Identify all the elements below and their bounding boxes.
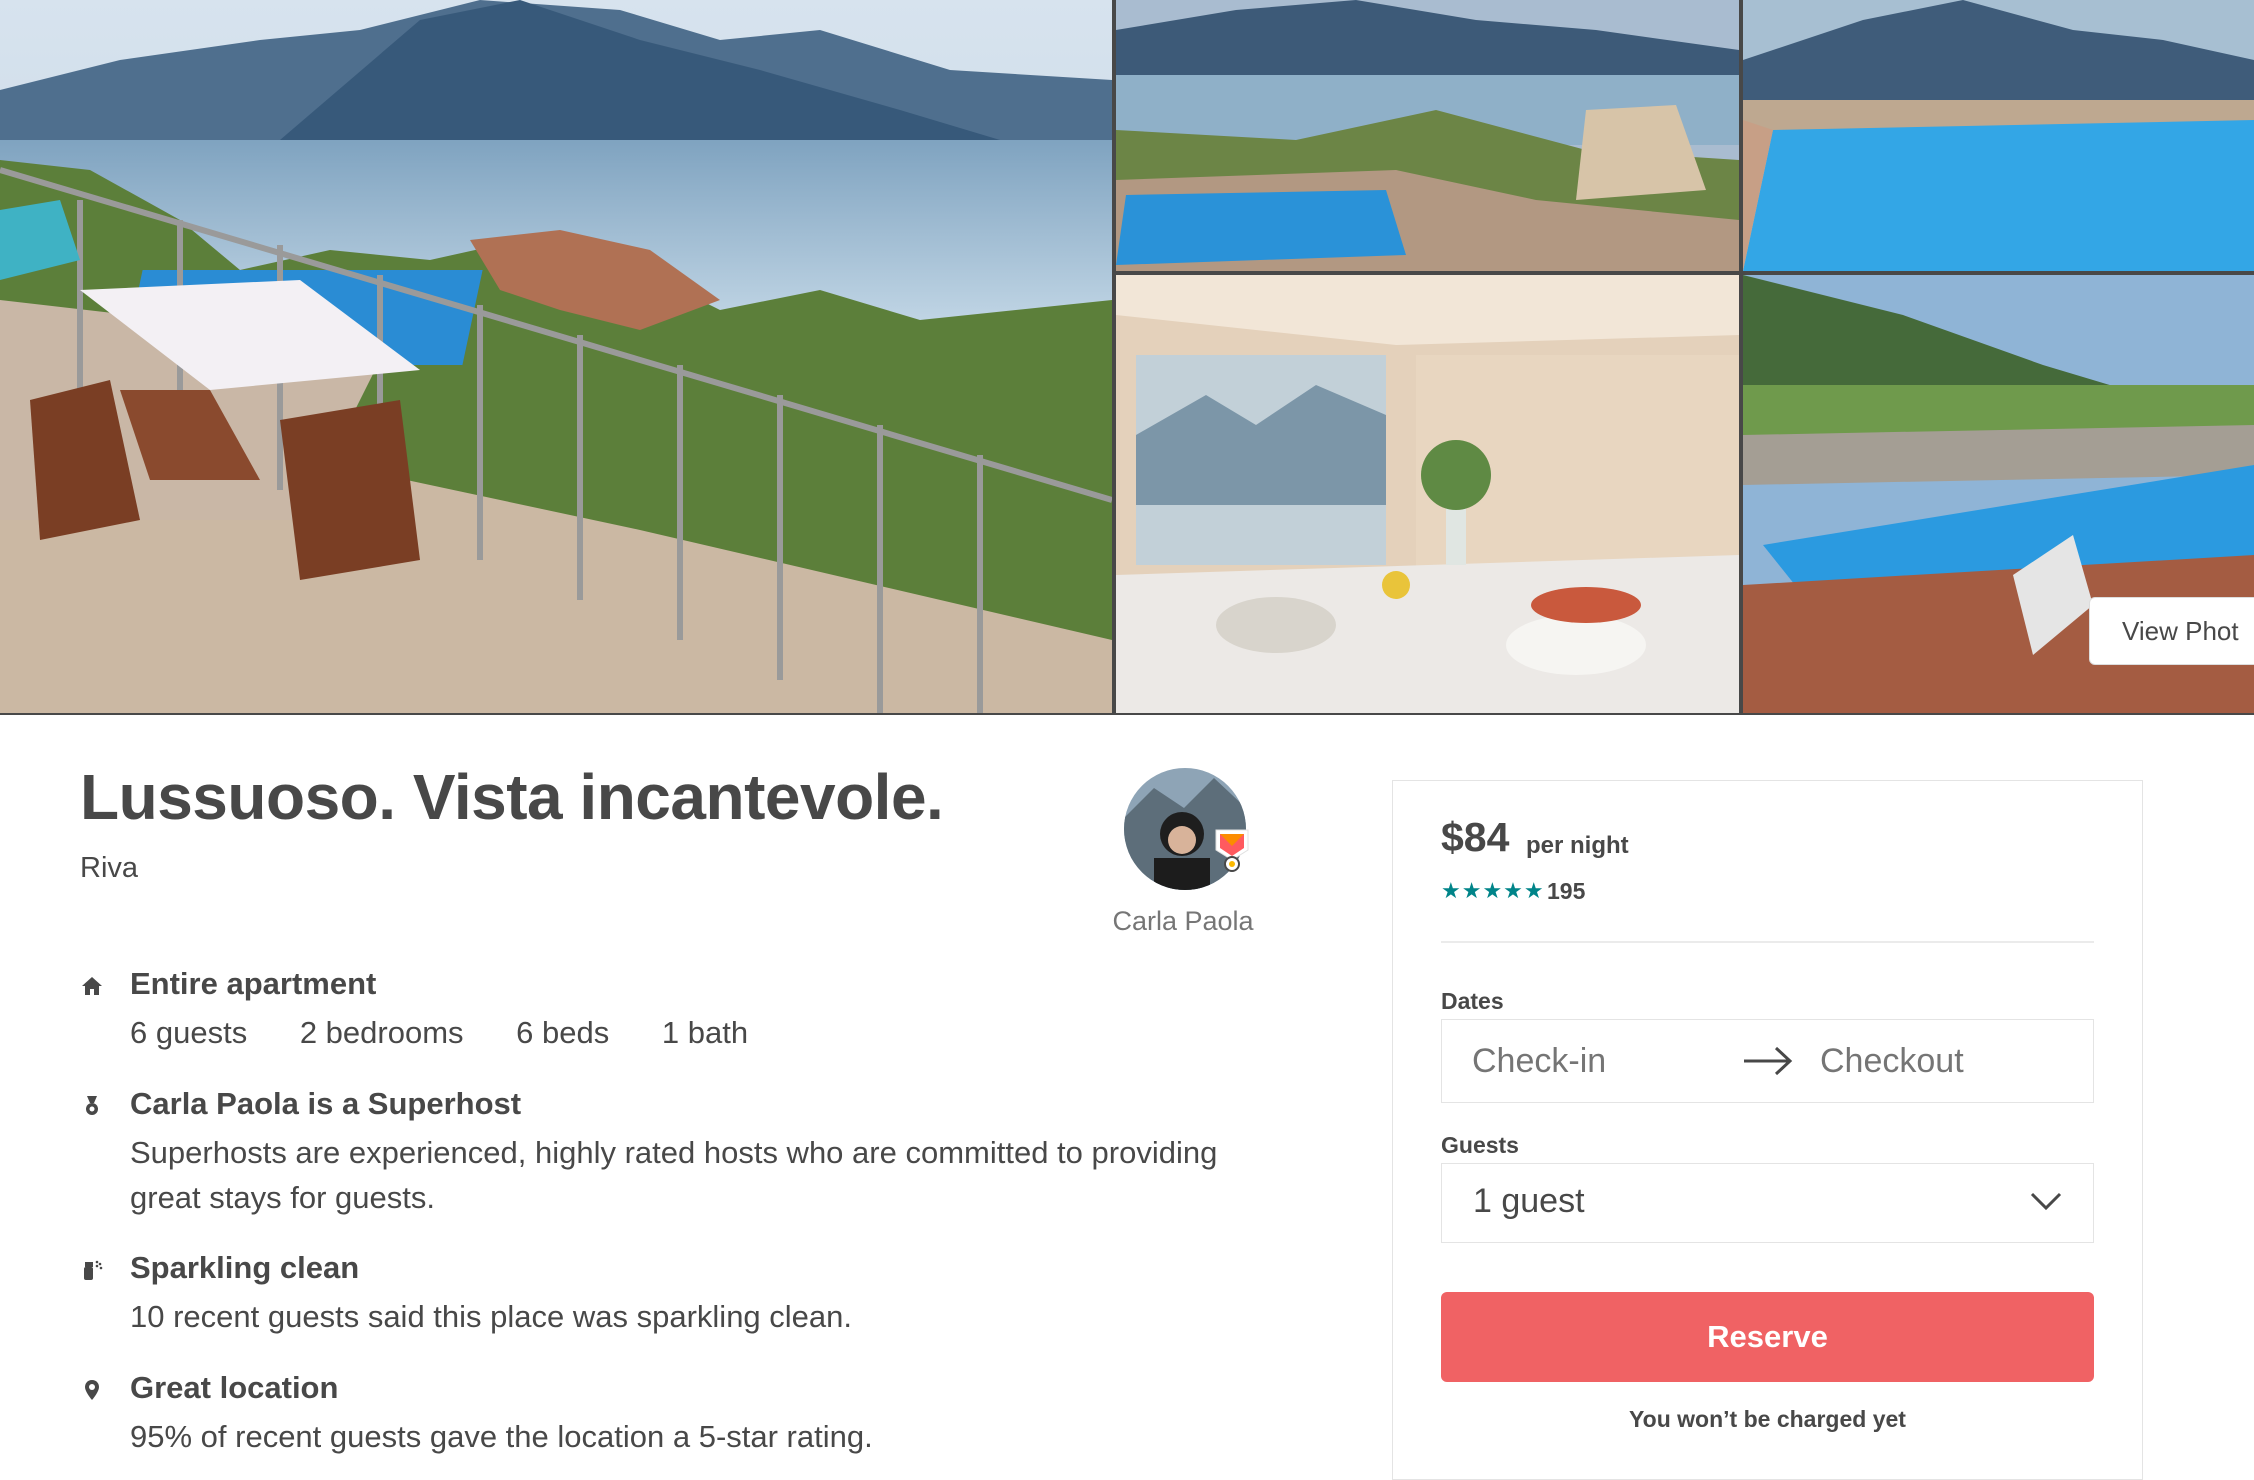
- checkin-input[interactable]: Check-in: [1472, 1042, 1606, 1081]
- dates-label: Dates: [1441, 988, 1504, 1014]
- home-icon: [82, 977, 102, 995]
- feature-title: Carla Paola is a Superhost: [130, 1086, 522, 1121]
- star-rating-icon[interactable]: ★★★★★: [1441, 878, 1545, 904]
- view-photos-button[interactable]: View Phot: [2089, 597, 2254, 665]
- feature-description: Superhosts are experienced, highly rated…: [130, 1135, 1218, 1215]
- chevron-down-icon: [2030, 1192, 2062, 1211]
- medal-icon: [86, 1096, 98, 1115]
- bath-count: 1 bath: [661, 1015, 749, 1050]
- per-night-label: per night: [1526, 832, 1629, 859]
- feature-meta: 6 guests 2 bedrooms 6 beds 1 bath: [130, 1010, 1230, 1055]
- reserve-button[interactable]: Reserve: [1441, 1292, 2094, 1382]
- main-photo-terrace-lake-view[interactable]: [0, 0, 1112, 713]
- feature-description: 95% of recent guests gave the location a…: [130, 1419, 873, 1454]
- feature-title: Sparkling clean: [130, 1250, 360, 1285]
- guests-label: Guests: [1441, 1132, 1519, 1158]
- dates-picker: Check-in Checkout: [1441, 1019, 2094, 1103]
- superhost-badge-icon: [1212, 826, 1252, 872]
- photo-dining-room[interactable]: [1116, 275, 1739, 713]
- checkout-input[interactable]: Checkout: [1820, 1042, 1964, 1081]
- photo-pool-closeup[interactable]: [1743, 0, 2254, 271]
- listing-location[interactable]: Riva: [80, 852, 138, 885]
- feature-title: Great location: [130, 1370, 339, 1405]
- nightly-price: $84: [1441, 814, 1510, 860]
- no-charge-note: You won’t be charged yet: [1629, 1406, 1906, 1432]
- guests-count: 6 guests: [130, 1015, 248, 1050]
- listing-title: Lussuoso. Vista incantevole.: [80, 761, 944, 833]
- photo-lake-pool-view[interactable]: [1116, 0, 1739, 271]
- photo-gallery: View Phot: [0, 0, 2254, 715]
- location-pin-icon: [85, 1380, 99, 1400]
- review-count[interactable]: 195: [1547, 878, 1585, 905]
- host-name[interactable]: Carla Paola: [1090, 906, 1276, 937]
- arrow-right-icon: [1744, 1046, 1793, 1076]
- guests-select[interactable]: 1 guest: [1441, 1163, 2094, 1243]
- beds-count: 6 beds: [516, 1015, 610, 1050]
- feature-title: Entire apartment: [130, 966, 377, 1001]
- spray-bottle-icon: [84, 1260, 103, 1280]
- bedrooms-count: 2 bedrooms: [299, 1015, 464, 1050]
- guests-value: 1 guest: [1473, 1182, 1585, 1220]
- divider: [1441, 941, 2094, 943]
- feature-description: 10 recent guests said this place was spa…: [130, 1299, 853, 1334]
